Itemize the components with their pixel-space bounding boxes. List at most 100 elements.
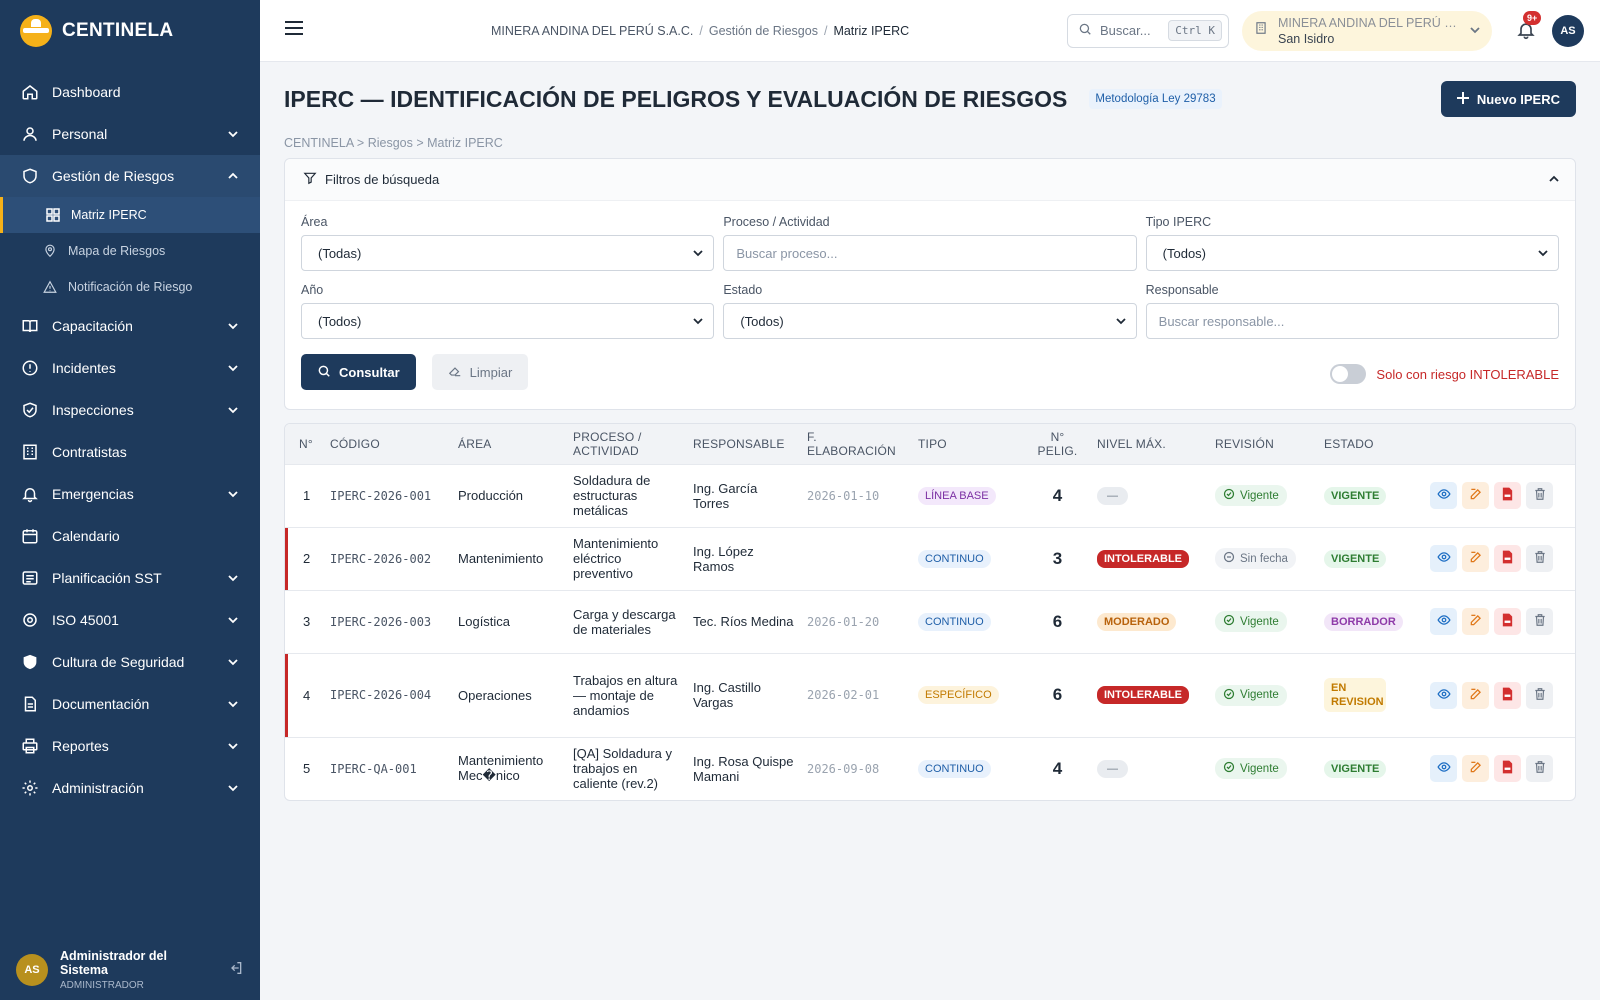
sidebar-item-capacitacion[interactable]: Capacitación — [0, 305, 260, 347]
delete-button[interactable] — [1526, 755, 1553, 783]
pdf-button[interactable] — [1494, 681, 1521, 709]
col-header[interactable]: CÓDIGO — [324, 424, 452, 464]
pdf-button[interactable] — [1494, 482, 1521, 509]
logout-icon[interactable] — [228, 960, 244, 981]
table-row[interactable]: 1 IPERC-2026-001 Producción Soldadura de… — [285, 463, 1575, 527]
org-location: San Isidro — [1278, 31, 1335, 46]
table-row[interactable]: 5 IPERC-QA-001 Mantenimiento Mec�nico [Q… — [285, 736, 1575, 800]
col-header[interactable]: N° — [285, 424, 324, 464]
view-button[interactable] — [1430, 755, 1457, 783]
sidebar-item-reportes[interactable]: Reportes — [0, 725, 260, 767]
chevron-down-icon — [1116, 314, 1126, 329]
chevron-down-icon — [228, 570, 238, 586]
year-select[interactable]: (Todos) — [301, 303, 715, 339]
edit-icon — [1469, 487, 1483, 504]
filters-header[interactable]: Filtros de búsqueda — [285, 159, 1575, 201]
sidebar-item-planificacion[interactable]: Planificación SST — [0, 557, 260, 599]
cell-area: Logística — [452, 589, 567, 653]
owner-input[interactable]: Buscar responsable... — [1145, 303, 1559, 339]
org-selector[interactable]: MINERA ANDINA DEL PERÚ S.A.C. San Isidro — [1242, 10, 1492, 51]
hamburger-menu-icon[interactable] — [285, 21, 305, 40]
table-row[interactable]: 2 IPERC-2026-002 Mantenimiento Mantenimi… — [285, 526, 1575, 590]
table-row[interactable]: 3 IPERC-2026-003 Logística Carga y desca… — [285, 589, 1575, 653]
trash-icon — [1533, 613, 1547, 630]
level-badge: — — [1097, 759, 1128, 778]
chevron-down-icon — [228, 318, 238, 334]
breadcrumb-section[interactable]: Gestión de Riesgos — [709, 24, 818, 38]
view-button[interactable] — [1430, 545, 1457, 572]
new-iperc-button[interactable]: Nuevo IPERC — [1440, 81, 1576, 117]
table-row[interactable]: 4 IPERC-2026-004 Operaciones Trabajos en… — [285, 652, 1575, 737]
view-button[interactable] — [1430, 608, 1457, 635]
edit-button[interactable] — [1462, 755, 1489, 783]
breadcrumb-org[interactable]: MINERA ANDINA DEL PERÚ S.A.C. — [491, 24, 693, 38]
map-pin-icon — [42, 243, 58, 259]
owner-label: Responsable — [1145, 283, 1219, 297]
avatar[interactable]: AS — [16, 954, 48, 986]
sidebar-item-iso-45001[interactable]: ISO 45001 — [0, 599, 260, 641]
col-header[interactable]: RESPONSABLE — [687, 424, 801, 464]
sidebar-subitem-notificacion-riesgo[interactable]: Notificación de Riesgo — [0, 269, 260, 305]
delete-button[interactable] — [1526, 608, 1553, 635]
sidebar-item-label: Inspecciones — [52, 402, 134, 418]
status-select[interactable]: (Todos) — [723, 303, 1137, 339]
sidebar-item-administracion[interactable]: Administración — [0, 767, 260, 809]
brand[interactable]: CENTINELA — [0, 0, 260, 62]
status-badge: BORRADOR — [1324, 612, 1403, 631]
area-select[interactable]: (Todas) — [301, 235, 715, 271]
col-header[interactable]: REVISIÓN — [1209, 424, 1318, 464]
col-header[interactable]: F. ELABORACIÓN — [801, 424, 912, 464]
sidebar-item-personal[interactable]: Personal — [0, 113, 260, 155]
edit-button[interactable] — [1462, 482, 1489, 509]
col-header[interactable]: ESTADO — [1318, 424, 1424, 464]
sidebar-item-contratistas[interactable]: Contratistas — [0, 431, 260, 473]
type-select-value: (Todos) — [1162, 245, 1207, 261]
query-button[interactable]: Consultar — [301, 354, 416, 390]
sidebar-item-incidentes[interactable]: Incidentes — [0, 347, 260, 389]
sidebar-item-documentacion[interactable]: Documentación — [0, 683, 260, 725]
printer-icon — [20, 736, 40, 756]
process-input[interactable]: Buscar proceso... — [723, 235, 1137, 271]
intolerable-toggle[interactable] — [1330, 364, 1367, 384]
view-button[interactable] — [1430, 681, 1457, 709]
chevron-up-icon[interactable] — [1549, 172, 1559, 187]
edit-button[interactable] — [1462, 608, 1489, 635]
edit-button[interactable] — [1462, 545, 1489, 572]
sidebar-item-gestion-riesgos[interactable]: Gestión de Riesgos — [0, 155, 260, 197]
sidebar-item-inspecciones[interactable]: Inspecciones — [0, 389, 260, 431]
status-label: Estado — [723, 283, 763, 297]
cell-area: Mantenimiento — [452, 526, 567, 590]
col-header[interactable]: N° PELIG. — [1024, 424, 1091, 464]
main-content: IPERC — IDENTIFICACIÓN DE PELIGROS Y EVA… — [284, 62, 1576, 801]
col-header[interactable]: ÁREA — [452, 424, 567, 464]
clear-button[interactable]: Limpiar — [431, 354, 529, 390]
sidebar-subitem-matriz-iperc[interactable]: Matriz IPERC — [0, 197, 260, 233]
sidebar-item-calendario[interactable]: Calendario — [0, 515, 260, 557]
revision-badge: Vigente — [1215, 758, 1287, 780]
sidebar-item-dashboard[interactable]: Dashboard — [0, 71, 260, 113]
col-header[interactable]: TIPO — [912, 424, 1024, 464]
sidebar-subitem-mapa-riesgos[interactable]: Mapa de Riesgos — [0, 233, 260, 269]
delete-button[interactable] — [1526, 482, 1553, 509]
type-select[interactable]: (Todos) — [1145, 235, 1559, 271]
col-header[interactable]: NIVEL MÁX. — [1091, 424, 1209, 464]
cell-owner: Ing. Castillo Vargas — [687, 652, 801, 737]
pdf-button[interactable] — [1494, 755, 1521, 783]
pdf-button[interactable] — [1494, 608, 1521, 635]
avatar[interactable]: AS — [1552, 14, 1584, 47]
delete-button[interactable] — [1526, 681, 1553, 709]
pdf-button[interactable] — [1494, 545, 1521, 572]
intolerable-toggle-label: Solo con riesgo INTOLERABLE — [1376, 366, 1559, 382]
view-button[interactable] — [1430, 482, 1457, 509]
eraser-icon — [448, 364, 462, 381]
delete-button[interactable] — [1526, 545, 1553, 572]
cell-date — [801, 526, 912, 590]
edit-button[interactable] — [1462, 681, 1489, 709]
chevron-down-icon — [228, 126, 238, 142]
sidebar-item-emergencias[interactable]: Emergencias — [0, 473, 260, 515]
search-input[interactable]: Buscar... Ctrl K — [1067, 13, 1229, 48]
sidebar-item-cultura-seguridad[interactable]: Cultura de Seguridad — [0, 641, 260, 683]
area-label: Área — [301, 215, 328, 229]
cell-n: 3 — [285, 589, 324, 653]
col-header[interactable]: PROCESO / ACTIVIDAD — [567, 424, 687, 464]
